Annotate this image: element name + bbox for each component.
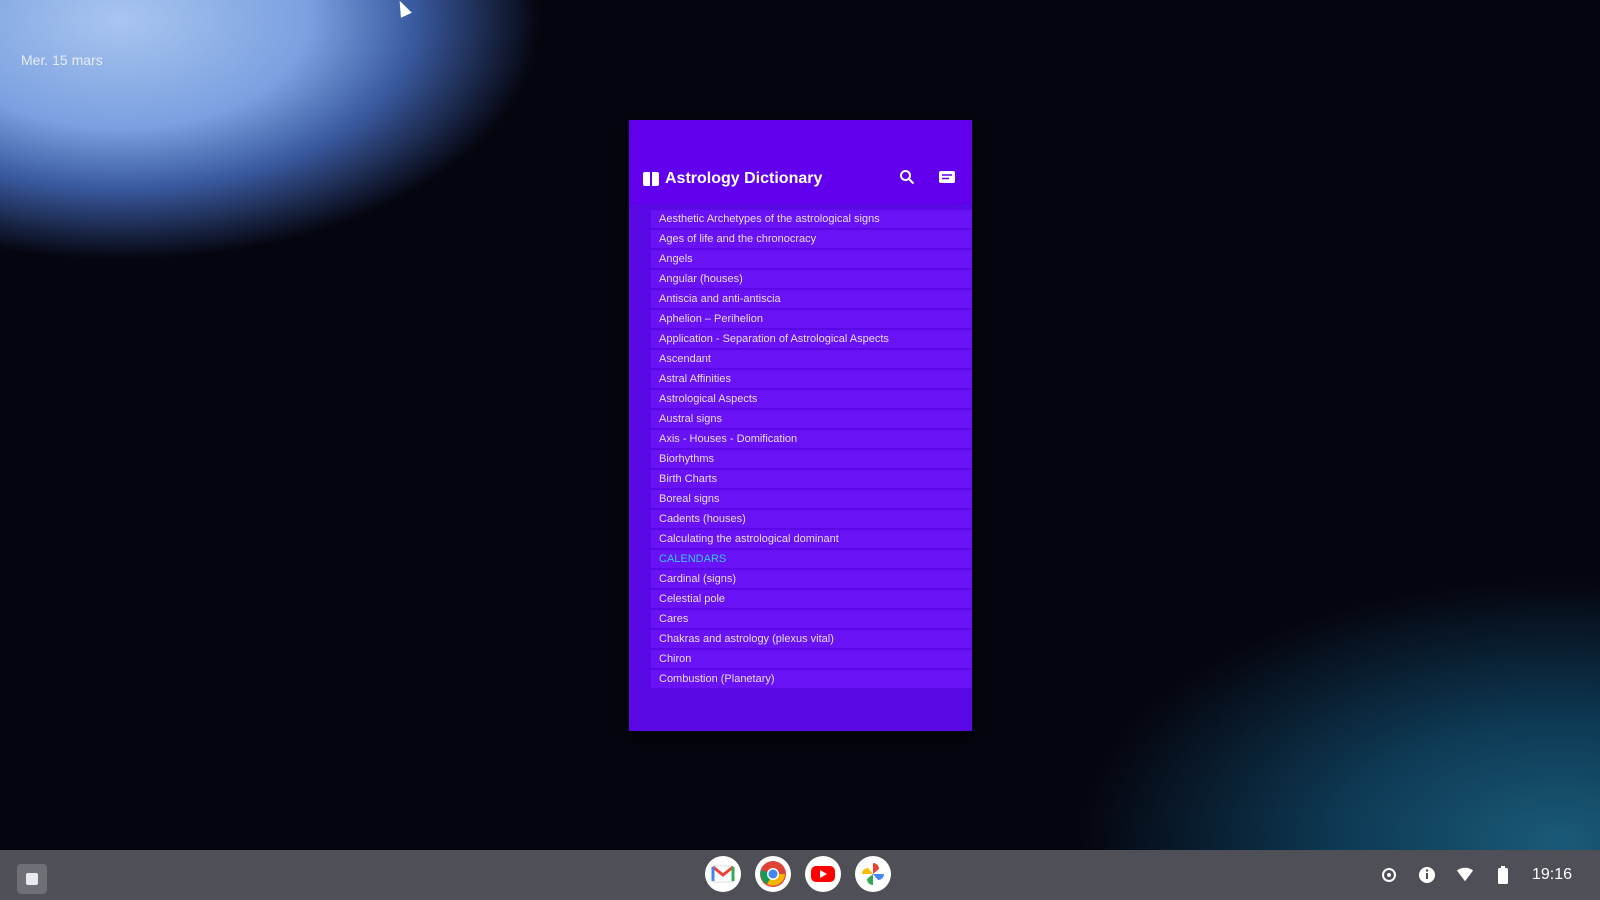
message-icon[interactable] <box>936 166 958 188</box>
list-item[interactable]: Celestial pole <box>651 590 972 608</box>
list-item[interactable]: Angels <box>651 250 972 268</box>
app-toolbar: Astrology Dictionary <box>629 120 972 204</box>
list-item[interactable]: Boreal signs <box>651 490 972 508</box>
term-list: Aesthetic Archetypes of the astrological… <box>629 204 972 731</box>
list-item-calendars[interactable]: CALENDARS <box>651 550 972 568</box>
photos-icon[interactable] <box>855 856 891 892</box>
list-item[interactable]: Aesthetic Archetypes of the astrological… <box>651 210 972 228</box>
list-item[interactable]: Ages of life and the chronocracy <box>651 230 972 248</box>
status-tray[interactable]: 19:16 <box>1380 850 1572 900</box>
app-title: Astrology Dictionary <box>665 170 823 187</box>
list-item[interactable]: Astrological Aspects <box>651 390 972 408</box>
clock[interactable]: 19:16 <box>1532 866 1572 884</box>
battery-icon[interactable] <box>1494 866 1512 884</box>
list-item[interactable]: Birth Charts <box>651 470 972 488</box>
chrome-icon[interactable] <box>755 856 791 892</box>
list-item[interactable]: Angular (houses) <box>651 270 972 288</box>
info-icon[interactable] <box>1418 866 1436 884</box>
list-item[interactable]: Calculating the astrological dominant <box>651 530 972 548</box>
list-item[interactable]: Aphelion – Perihelion <box>651 310 972 328</box>
search-icon[interactable] <box>896 166 918 188</box>
list-item[interactable]: Chakras and astrology (plexus vital) <box>651 630 972 648</box>
list-item[interactable]: Biorhythms <box>651 450 972 468</box>
list-item[interactable]: Austral signs <box>651 410 972 428</box>
gmail-icon[interactable] <box>705 856 741 892</box>
list-item[interactable]: Ascendant <box>651 350 972 368</box>
shelf: 19:16 <box>0 850 1600 900</box>
wifi-icon[interactable] <box>1456 866 1474 884</box>
list-item[interactable]: Astral Affinities <box>651 370 972 388</box>
book-icon <box>643 172 659 186</box>
list-item[interactable]: Axis - Houses - Domification <box>651 430 972 448</box>
list-item[interactable]: Chiron <box>651 650 972 668</box>
list-item[interactable]: Application - Separation of Astrological… <box>651 330 972 348</box>
list-item[interactable]: Cares <box>651 610 972 628</box>
desktop-date-label: Mer. 15 mars <box>21 52 103 68</box>
list-item[interactable]: Cadents (houses) <box>651 510 972 528</box>
app-title-area: Astrology Dictionary <box>643 170 878 188</box>
list-item[interactable]: Cardinal (signs) <box>651 570 972 588</box>
settings-icon[interactable] <box>1380 866 1398 884</box>
shelf-apps <box>705 856 891 892</box>
youtube-icon[interactable] <box>805 856 841 892</box>
astrology-dictionary-window: Astrology Dictionary Aesthetic Archetype… <box>629 120 972 731</box>
launcher-dot <box>26 873 38 885</box>
list-item[interactable]: Antiscia and anti-antiscia <box>651 290 972 308</box>
list-item[interactable]: Combustion (Planetary) <box>651 670 972 688</box>
launcher-icon[interactable] <box>17 864 47 894</box>
